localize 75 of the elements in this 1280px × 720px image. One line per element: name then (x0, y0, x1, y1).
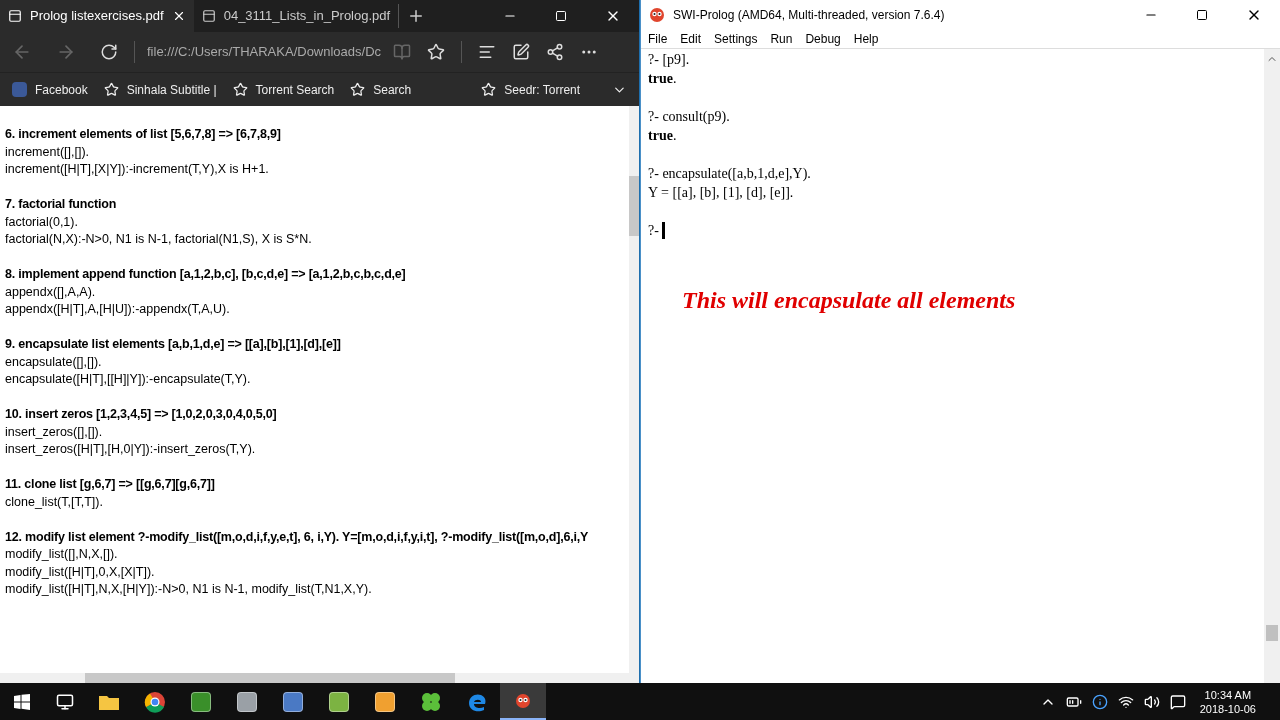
notification-icon[interactable] (1169, 693, 1186, 710)
share-icon[interactable] (546, 43, 565, 61)
exercise-heading: 6. increment elements of list [5,6,7,8] => [6,7,8,9] (5, 126, 281, 143)
clock-time[interactable]: 10:34 AM (1204, 687, 1252, 702)
favorite-link[interactable]: Torrent Search (232, 80, 335, 99)
answer-line: true. (648, 127, 677, 145)
exercise-heading: 10. insert zeros [1,2,3,4,5] => [1,0,2,0,3,0,4,0,5,0] (5, 406, 277, 423)
code-line: modify_list([H|T],N,X,[H|Y]):-N>0, N1 is N-1, modify_list(T,N1,X,Y). (5, 581, 372, 598)
text-cursor (661, 222, 665, 239)
taskbar-app[interactable] (500, 683, 546, 720)
code-line: insert_zeros([H|T],[H,0|Y]):-insert_zeros(T,Y). (5, 441, 256, 458)
query-line: ?- consult(p9). (648, 108, 730, 126)
star-icon (350, 82, 366, 97)
facebook-icon (12, 82, 27, 97)
star-icon (103, 82, 119, 97)
code-line: increment([],[]). (5, 143, 90, 161)
answer-line: true. (648, 70, 677, 88)
star-icon (232, 82, 248, 97)
code-line: appendx([],A,A). (5, 283, 96, 301)
menu-item[interactable]: Help (853, 30, 879, 48)
chrome-icon (144, 690, 166, 713)
code-line: modify_list([H|T],0,X,[X|T]). (5, 563, 155, 581)
app-icon (191, 691, 211, 712)
task-view-icon[interactable] (56, 692, 74, 711)
favorite-link[interactable]: Seedr: Torrent (481, 80, 581, 99)
exercise-heading: 8. implement append function [a,1,2,b,c], [b,c,d,e] => [a,1,2,b,c,b,c,d,e] (5, 266, 406, 283)
info-icon[interactable] (1091, 693, 1108, 710)
exercise-heading: 7. factorial function (5, 196, 117, 213)
app-icon (283, 691, 303, 712)
clock-date[interactable]: 2018-10-06 (1199, 701, 1256, 716)
favorite-link[interactable]: Search (350, 80, 412, 99)
prompt-text: ?- (648, 222, 659, 240)
app-icon (375, 691, 395, 712)
menu-item[interactable]: Edit (680, 30, 702, 48)
favorite-link[interactable]: Sinhala Subtitle | (103, 80, 217, 99)
exercise-heading: 9. encapsulate list elements [a,b,1,d,e] => [[a],[b],[1],[d],[e]] (5, 336, 341, 353)
clover-icon (420, 690, 442, 713)
owl-icon (515, 692, 531, 709)
app-icon (329, 691, 349, 712)
browser-tab[interactable]: Prolog listexercises.pdf (0, 0, 194, 32)
address-bar[interactable]: file:///C:/Users/THARAKA/Downloads/Dc (147, 42, 382, 62)
refresh-icon[interactable] (100, 43, 118, 61)
menu-item[interactable]: Settings (714, 30, 758, 48)
code-line: modify_list([],N,X,[]). (5, 546, 118, 563)
exercise-heading: 12. modify list element ?-modify_list([m,o,d,i,f,y,e,t], 6, i,Y). Y=[m,o,d,i,f,y,i,t], ?-modify_list([m,o,d],6,i,Y (5, 528, 589, 546)
scroll-thumb[interactable] (1266, 625, 1278, 641)
reading-view-icon[interactable] (393, 43, 412, 61)
code-line: appendx([H|T],A,[H|U]):-appendx(T,A,U). (5, 301, 230, 318)
volume-icon[interactable] (1143, 693, 1160, 710)
code-line: insert_zeros([],[]). (5, 423, 103, 441)
owl-icon (649, 7, 665, 23)
menu-item[interactable]: File (648, 30, 668, 48)
page-icon (8, 9, 22, 23)
page-icon (201, 9, 216, 23)
code-line: factorial(N,X):-N>0, N1 is N-1, factorial(N1,S), X is S*N. (5, 231, 312, 248)
code-line: encapsulate([],[]). (5, 353, 102, 371)
query-line: ?- encapsulate([a,b,1,d,e],Y). (648, 165, 811, 183)
code-line: clone_list(T,[T,T]). (5, 493, 103, 511)
windows-logo-icon[interactable] (14, 693, 30, 710)
exercise-heading: 11. clone list [g,6,7] => [[g,6,7][g,6,7]] (5, 476, 215, 493)
note-icon[interactable] (512, 43, 531, 61)
maximize-icon[interactable] (1196, 9, 1208, 21)
code-line: factorial(0,1). (5, 213, 78, 231)
query-line: ?- [p9]. (648, 51, 690, 69)
menu-item[interactable]: Debug (805, 30, 841, 48)
result-line: Y = [[a], [b], [1], [d], [e]]. (648, 184, 794, 202)
favorite-link[interactable]: Facebook (12, 80, 88, 99)
code-line: encapsulate([H|T],[[H]|Y]):-encapsulate(T,Y). (5, 371, 251, 388)
favorite-star-icon[interactable] (427, 43, 446, 61)
star-icon (481, 82, 497, 97)
menu-item[interactable]: Run (770, 30, 793, 48)
hub-icon[interactable] (478, 43, 497, 61)
app-icon (237, 691, 257, 712)
window-title: SWI-Prolog (AMD64, Multi-threaded, version 7.6.4) (673, 7, 945, 24)
code-line: increment([H|T],[X|Y]):-increment(T,Y),X is H+1. (5, 161, 269, 178)
